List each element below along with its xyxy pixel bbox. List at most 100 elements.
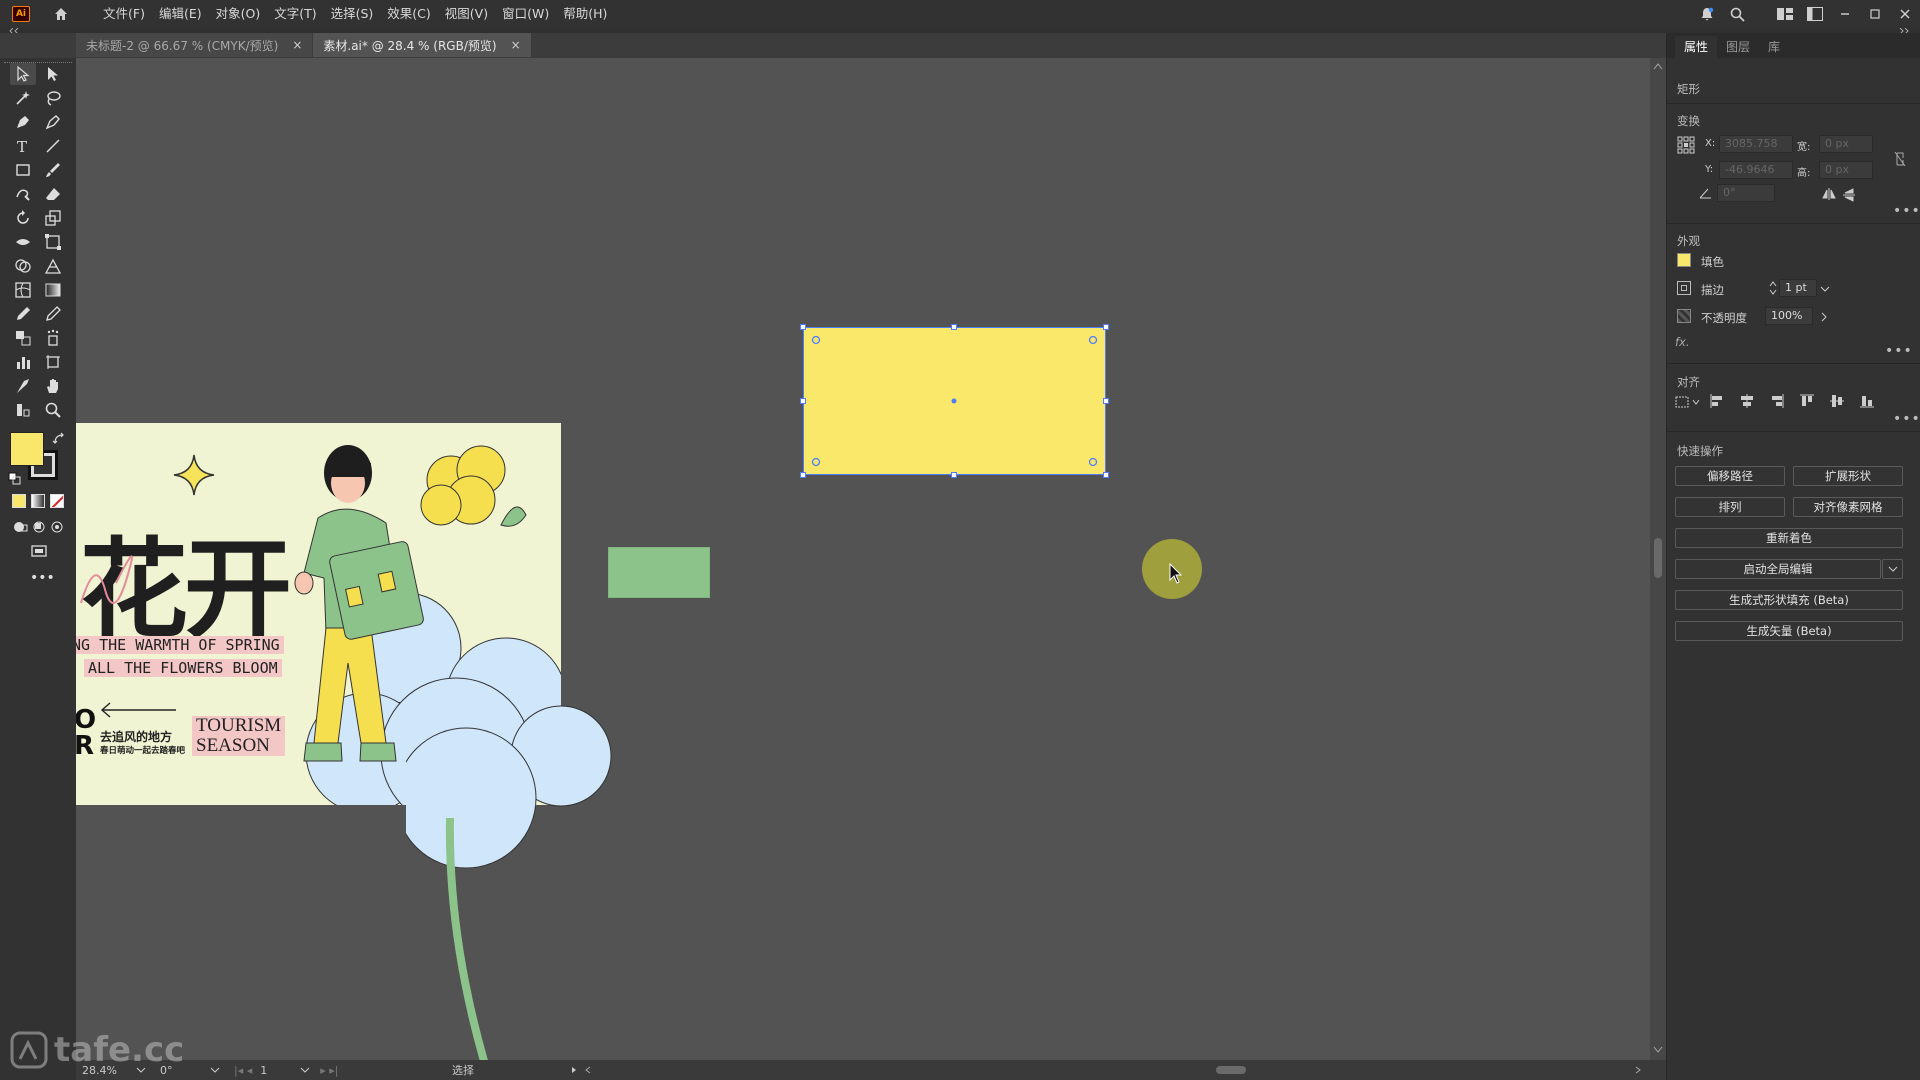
appearance-more-icon[interactable]: ••• xyxy=(1885,343,1913,359)
draw-inside-icon[interactable] xyxy=(44,516,70,538)
flip-vertical-icon[interactable] xyxy=(1843,188,1855,202)
gradient-mode-icon[interactable] xyxy=(31,494,45,508)
blend-tool-icon[interactable] xyxy=(10,327,36,349)
shaper-tool-icon[interactable] xyxy=(10,183,36,205)
home-icon[interactable] xyxy=(50,3,72,25)
rectangle-tool-icon[interactable] xyxy=(10,159,36,181)
rotate-input[interactable]: 0° xyxy=(1717,184,1775,202)
offset-path-button[interactable]: 偏移路径 xyxy=(1675,466,1785,486)
status-menu-icon[interactable] xyxy=(570,1066,578,1074)
constrain-proportions-icon[interactable] xyxy=(1893,151,1907,167)
artboard-number[interactable]: 1 xyxy=(260,1064,300,1077)
mesh-tool-icon[interactable] xyxy=(10,279,36,301)
align-pixel-grid-button[interactable]: 对齐像素网格 xyxy=(1793,497,1903,517)
global-edit-dropdown[interactable] xyxy=(1882,559,1903,579)
stroke-stepper-icon[interactable] xyxy=(1769,280,1777,296)
type-tool-icon[interactable]: T xyxy=(10,135,36,157)
rotate-dropdown-icon[interactable] xyxy=(210,1066,220,1074)
swap-colors-icon[interactable] xyxy=(52,432,66,446)
minimize-icon[interactable] xyxy=(1830,0,1860,28)
print-tiling-tool-icon[interactable] xyxy=(10,399,36,421)
rotate-tool-icon[interactable] xyxy=(10,207,36,229)
arrange-button[interactable]: 排列 xyxy=(1675,497,1785,517)
next-artboard-icon[interactable]: ▸ ▸| xyxy=(320,1064,338,1077)
gradient-tool-icon[interactable] xyxy=(40,279,66,301)
fx-button[interactable]: fx. xyxy=(1675,335,1690,349)
symbol-sprayer-tool-icon[interactable] xyxy=(40,327,66,349)
reference-point-icon[interactable] xyxy=(1677,136,1695,154)
perspective-grid-tool-icon[interactable] xyxy=(40,255,66,277)
start-global-edit-button[interactable]: 启动全局编辑 xyxy=(1675,559,1881,579)
stroke-swatch[interactable] xyxy=(1677,281,1691,295)
flip-horizontal-icon[interactable] xyxy=(1822,188,1836,200)
fill-color-swatch[interactable] xyxy=(10,432,44,466)
tab-untitled-2[interactable]: 未标题-2 @ 66.67 % (CMYK/预览) × xyxy=(76,33,313,57)
paintbrush-tool-icon[interactable] xyxy=(40,159,66,181)
hand-tool-icon[interactable] xyxy=(40,375,66,397)
pen-tool-icon[interactable] xyxy=(10,111,36,133)
none-mode-icon[interactable] xyxy=(50,494,64,508)
edit-toolbar-more-icon[interactable]: ••• xyxy=(30,570,55,586)
arrange-documents-icon[interactable] xyxy=(1800,0,1830,28)
menu-view[interactable]: 视图(V) xyxy=(438,0,495,28)
stroke-weight-input[interactable]: 1 pt xyxy=(1779,279,1817,297)
selection-tool-icon[interactable] xyxy=(10,63,36,85)
opacity-input[interactable]: 100% xyxy=(1765,307,1813,325)
direct-selection-tool-icon[interactable] xyxy=(40,63,66,85)
align-bottom-icon[interactable] xyxy=(1859,393,1875,409)
zoom-tool-icon[interactable] xyxy=(40,399,66,421)
vertical-scroll-thumb[interactable] xyxy=(1654,538,1662,578)
width-tool-icon[interactable] xyxy=(10,231,36,253)
tab-layers[interactable]: 图层 xyxy=(1717,36,1759,58)
workspace-switcher-icon[interactable] xyxy=(1770,0,1800,28)
transform-more-icon[interactable]: ••• xyxy=(1893,203,1920,219)
stroke-dropdown-icon[interactable] xyxy=(1820,285,1830,293)
menu-window[interactable]: 窗口(W) xyxy=(495,0,556,28)
tab-close-icon[interactable]: × xyxy=(511,38,521,52)
generative-shape-fill-button[interactable]: 生成式形状填充 (Beta) xyxy=(1675,590,1903,610)
align-vertical-center-icon[interactable] xyxy=(1829,393,1845,409)
scroll-down-icon[interactable] xyxy=(1653,1046,1663,1054)
first-artboard-icon[interactable]: |◂ ◂ xyxy=(234,1064,252,1077)
slice-tool-icon[interactable] xyxy=(10,375,36,397)
close-window-icon[interactable] xyxy=(1890,0,1920,28)
scale-tool-icon[interactable] xyxy=(40,207,66,229)
free-transform-tool-icon[interactable] xyxy=(40,231,66,253)
green-rectangle[interactable] xyxy=(608,547,710,598)
tab-properties[interactable]: 属性 xyxy=(1675,36,1718,58)
eyedropper-tool-icon[interactable] xyxy=(10,303,36,325)
curvature-tool-icon[interactable] xyxy=(40,111,66,133)
menu-effect[interactable]: 效果(C) xyxy=(380,0,437,28)
artboard-tool-icon[interactable] xyxy=(40,351,66,373)
magic-wand-tool-icon[interactable] xyxy=(10,87,36,109)
scroll-left-icon[interactable] xyxy=(584,1066,592,1074)
fill-swatch[interactable] xyxy=(1677,253,1691,267)
tab-sucai-ai[interactable]: 素材.ai* @ 28.4 % (RGB/预览) × xyxy=(313,33,531,57)
search-icon[interactable] xyxy=(1722,0,1752,28)
menu-select[interactable]: 选择(S) xyxy=(324,0,381,28)
width-input[interactable]: 0 px xyxy=(1819,135,1873,153)
horizontal-scroll-thumb[interactable] xyxy=(1216,1066,1246,1074)
artboard-dropdown-icon[interactable] xyxy=(300,1066,310,1074)
column-graph-tool-icon[interactable] xyxy=(10,351,36,373)
tab-close-icon[interactable]: × xyxy=(292,38,302,52)
vertical-scrollbar[interactable] xyxy=(1650,58,1666,1060)
expand-shape-button[interactable]: 扩展形状 xyxy=(1793,466,1903,486)
x-input[interactable]: 3085.758 xyxy=(1719,135,1793,153)
recolor-button[interactable]: 重新着色 xyxy=(1675,528,1903,548)
align-left-icon[interactable] xyxy=(1709,393,1725,409)
menu-type[interactable]: 文字(T) xyxy=(267,0,323,28)
align-more-icon[interactable]: ••• xyxy=(1893,411,1920,427)
screen-mode-icon[interactable] xyxy=(26,540,52,562)
corner-widgets[interactable] xyxy=(803,327,1106,475)
measure-tool-icon[interactable] xyxy=(40,303,66,325)
scroll-up-icon[interactable] xyxy=(1653,62,1663,70)
shape-builder-tool-icon[interactable] xyxy=(10,255,36,277)
line-tool-icon[interactable] xyxy=(40,135,66,157)
eraser-tool-icon[interactable] xyxy=(40,183,66,205)
lasso-tool-icon[interactable] xyxy=(40,87,66,109)
align-horizontal-center-icon[interactable] xyxy=(1739,393,1755,409)
align-right-icon[interactable] xyxy=(1769,393,1785,409)
canvas[interactable]: 花开 NG THE WARMTH OF SPRING ALL THE FLOWE… xyxy=(76,58,1650,1060)
menu-file[interactable]: 文件(F) xyxy=(96,0,152,28)
